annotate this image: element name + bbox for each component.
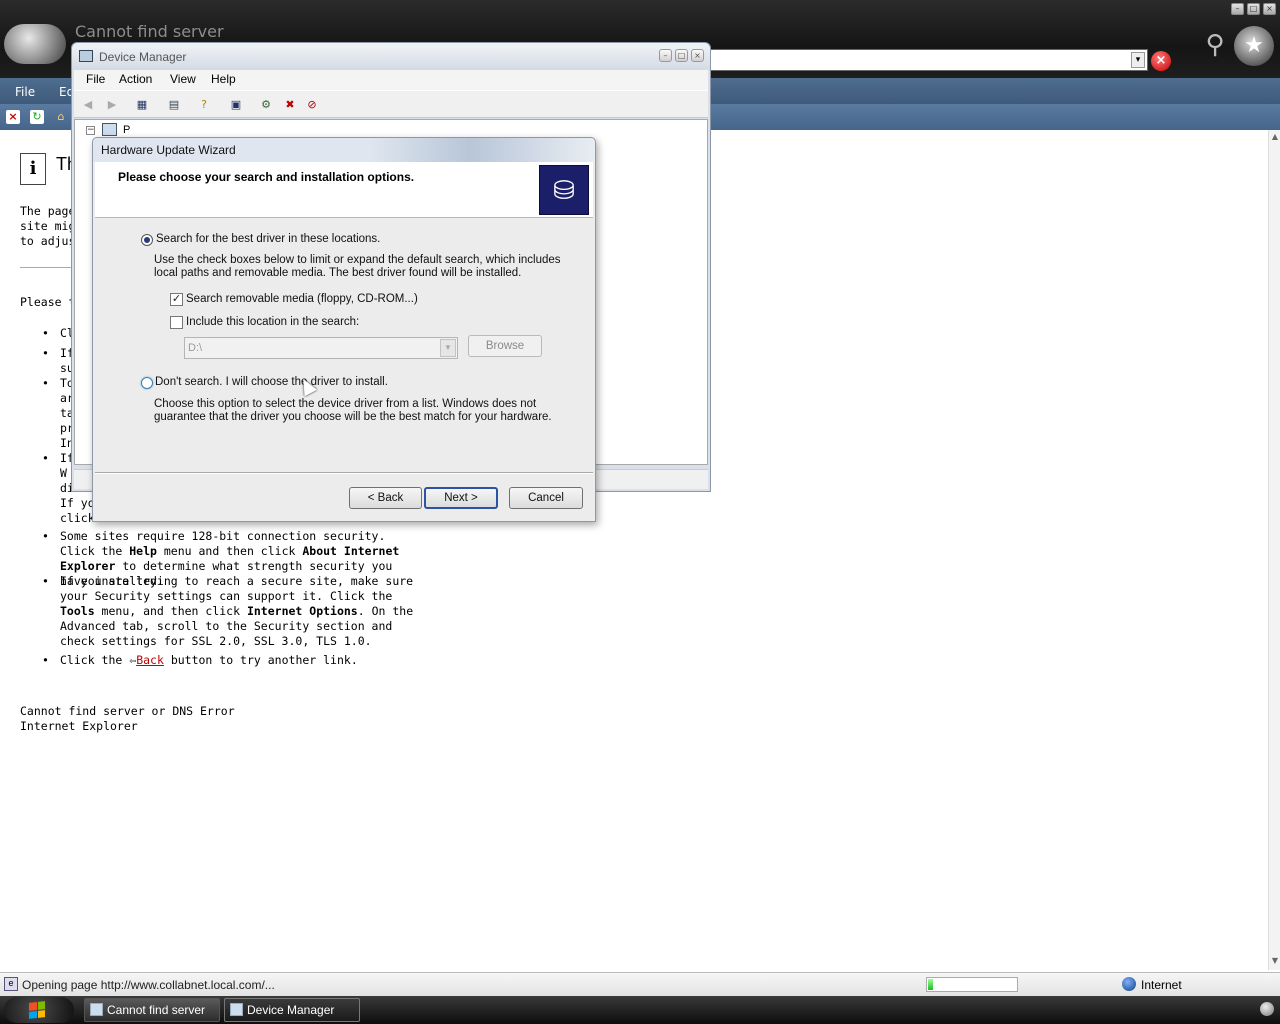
dm-menu-help[interactable]: Help [211, 72, 236, 86]
dm-window-buttons: – □ × [659, 49, 704, 62]
ie-window-title: Cannot find server [75, 22, 224, 41]
search-option-radio[interactable] [141, 234, 153, 246]
include-location-checkbox[interactable] [170, 316, 183, 329]
forward-icon[interactable]: ▶ [104, 97, 120, 113]
scan-hardware-icon[interactable]: ⚙ [258, 97, 274, 113]
info-icon: i [20, 153, 46, 185]
wizard-heading: Please choose your search and installati… [118, 170, 415, 184]
dm-menu-action[interactable]: Action [119, 72, 152, 86]
ie-icon [90, 1003, 103, 1016]
vertical-scrollbar[interactable]: ▲ ▼ [1268, 130, 1280, 970]
wizard-titlebar[interactable]: Hardware Update Wizard [93, 138, 595, 162]
address-dropdown-icon[interactable]: ▾ [1131, 52, 1145, 68]
show-hide-tree-icon[interactable]: ▦ [134, 97, 150, 113]
taskbar: Cannot find server Device Manager [0, 996, 1280, 1024]
security-zone: Internet [1141, 978, 1182, 992]
dont-search-description: Choose this option to select the device … [154, 398, 552, 423]
stop-page-icon[interactable]: × [6, 110, 20, 124]
collapse-icon[interactable]: − [86, 126, 95, 135]
ie-window-buttons: – □ × [1231, 3, 1276, 15]
hardware-update-wizard: Hardware Update Wizard Please choose you… [92, 137, 596, 522]
ie-statusbar: e Opening page http://www.collabnet.loca… [0, 972, 1280, 996]
windows-logo-icon [29, 1001, 45, 1019]
progress-fill [928, 979, 933, 990]
properties-icon[interactable]: ▤ [166, 97, 182, 113]
progress-bar [926, 977, 1018, 992]
ie-back-forward-orb[interactable] [4, 24, 66, 64]
search-option-description: Use the check boxes below to limit or ex… [154, 254, 561, 279]
next-button[interactable]: Next > [424, 487, 498, 509]
close-icon[interactable]: × [691, 49, 704, 62]
ie-menu-file[interactable]: File [15, 85, 35, 99]
status-text: Opening page http://www.collabnet.local.… [22, 978, 275, 992]
page-loading-icon: e [4, 977, 18, 991]
wizard-title: Hardware Update Wizard [101, 143, 236, 157]
wizard-header: Please choose your search and installati… [95, 162, 593, 218]
start-button[interactable] [4, 997, 74, 1023]
dm-menu-file[interactable]: File [86, 72, 105, 86]
device-manager-icon [79, 50, 93, 62]
home-icon[interactable]: ⌂ [54, 110, 68, 124]
minimize-icon[interactable]: – [659, 49, 672, 62]
cancel-button[interactable]: Cancel [509, 487, 583, 509]
location-path-combobox[interactable]: D:\ ▼ [184, 337, 458, 359]
close-icon[interactable]: × [1263, 3, 1276, 15]
removable-media-label[interactable]: Search removable media (floppy, CD-ROM..… [186, 293, 418, 306]
dm-menubar: File Action View Help [74, 70, 708, 90]
help-icon[interactable]: ? [196, 97, 212, 113]
computer-icon [102, 123, 117, 136]
disable-icon[interactable]: ⊘ [304, 97, 320, 113]
error-footer-title: Cannot find server or DNS Error [20, 704, 235, 718]
search-option-label[interactable]: Search for the best driver in these loca… [156, 233, 380, 246]
device-manager-icon [230, 1003, 243, 1016]
tree-root-label[interactable]: P [123, 124, 130, 136]
list-item: If you are trying to reach a secure site… [20, 574, 420, 653]
error-footer-app: Internet Explorer [20, 719, 138, 733]
dont-search-radio[interactable] [141, 377, 153, 389]
maximize-icon[interactable]: □ [1247, 3, 1260, 15]
hardware-icon: ⛁ [539, 165, 589, 215]
scroll-down-icon[interactable]: ▼ [1269, 956, 1280, 968]
back-link[interactable]: Back [136, 653, 164, 667]
divider [95, 472, 593, 474]
minimize-icon[interactable]: – [1231, 3, 1244, 15]
chevron-down-icon[interactable]: ▼ [440, 339, 456, 357]
list-item: Click the ⇦Back button to try another li… [20, 653, 420, 668]
stop-icon[interactable]: × [1151, 51, 1171, 71]
browse-button[interactable]: Browse [468, 335, 542, 357]
update-driver-icon[interactable]: ▣ [228, 97, 244, 113]
back-icon[interactable]: ◀ [80, 97, 96, 113]
back-button[interactable]: < Back [349, 487, 422, 509]
list-item: Some sites require 128-bit connection se… [20, 529, 420, 588]
taskbar-item-ie[interactable]: Cannot find server [84, 998, 220, 1022]
dm-titlebar[interactable]: Device Manager – □ × [72, 43, 710, 70]
taskbar-item-device-manager[interactable]: Device Manager [224, 998, 360, 1022]
maximize-icon[interactable]: □ [675, 49, 688, 62]
dm-menu-view[interactable]: View [170, 72, 196, 86]
address-bar[interactable]: ▾ [700, 49, 1148, 71]
dm-toolbar: ◀ ▶ ▦ ▤ ? ▣ ⚙ ✖ ⊘ [74, 90, 708, 118]
removable-media-checkbox[interactable]: ✓ [170, 293, 183, 306]
uninstall-icon[interactable]: ✖ [282, 97, 298, 113]
search-icon[interactable]: ⚲ [1198, 30, 1232, 64]
refresh-icon[interactable]: ↻ [30, 110, 44, 124]
include-location-label[interactable]: Include this location in the search: [186, 316, 359, 329]
scroll-up-icon[interactable]: ▲ [1269, 132, 1280, 144]
dont-search-label[interactable]: Don't search. I will choose the driver t… [155, 376, 388, 389]
location-path-value: D:\ [188, 342, 203, 354]
dm-window-title: Device Manager [99, 50, 187, 64]
show-desktop-icon[interactable] [1260, 1002, 1274, 1016]
globe-icon [1122, 977, 1136, 991]
favorites-star-icon[interactable]: ★ [1234, 26, 1274, 66]
